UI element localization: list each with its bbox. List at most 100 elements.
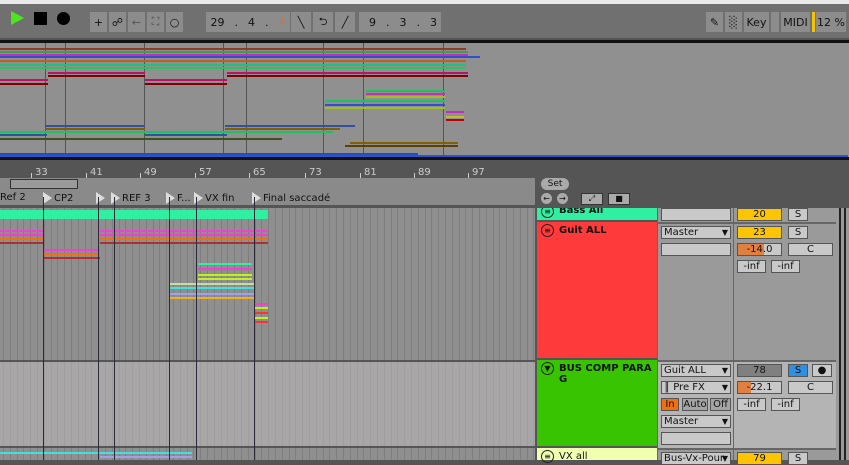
pan-field[interactable]: C	[788, 243, 833, 256]
clip[interactable]	[254, 307, 268, 309]
clip[interactable]	[198, 274, 252, 276]
fold-icon[interactable]: ▼	[541, 362, 554, 375]
clip[interactable]	[169, 287, 254, 289]
send-field[interactable]: -14.0	[737, 243, 782, 256]
clip[interactable]	[0, 234, 43, 236]
midi-map-button[interactable]: MIDI	[781, 12, 810, 32]
clip[interactable]	[254, 317, 268, 319]
loop-region-row[interactable]	[0, 178, 535, 191]
pan-field[interactable]: C	[788, 381, 833, 394]
output-channel-select[interactable]	[661, 243, 731, 256]
locator[interactable]: REF 3	[111, 192, 151, 204]
overview-clip	[0, 51, 468, 53]
send-field[interactable]: -22.1	[737, 381, 782, 394]
clip[interactable]	[198, 263, 252, 265]
locator[interactable]: Ref 2	[0, 192, 26, 203]
clip[interactable]	[43, 253, 100, 255]
track-menu-icon[interactable]: ≡	[541, 208, 554, 218]
track-menu-icon[interactable]: ≡	[541, 450, 554, 463]
locator[interactable]: Final saccadé	[252, 192, 330, 204]
locator-line	[114, 197, 115, 208]
overview-clip	[0, 83, 48, 85]
keyboard-icon[interactable]: ░	[725, 12, 742, 32]
clip[interactable]	[0, 210, 268, 219]
loop-length[interactable]: 9. 3. 3	[359, 12, 441, 32]
key-map-button[interactable]: Key	[744, 12, 769, 32]
volume-field[interactable]: 78	[737, 364, 782, 377]
arrangement-overview[interactable]	[0, 40, 849, 160]
punch-in-icon[interactable]: ╲	[291, 12, 311, 32]
output-empty[interactable]	[661, 208, 731, 221]
back-to-arrangement-icon[interactable]: ←	[128, 12, 145, 32]
locator-marker-icon[interactable]	[166, 192, 175, 204]
clip[interactable]	[169, 297, 254, 299]
output-channel-select[interactable]	[661, 432, 731, 445]
volume-field[interactable]: 79	[737, 452, 782, 465]
clip[interactable]	[198, 278, 252, 280]
clip[interactable]	[254, 321, 268, 323]
clip[interactable]	[100, 242, 268, 244]
output-select[interactable]: Bus-Vx-Pour- ▼	[661, 452, 731, 465]
arm-button[interactable]: ●	[812, 364, 832, 377]
overview-clip	[446, 116, 464, 118]
volume-field[interactable]: 20	[737, 208, 782, 221]
clip[interactable]	[0, 238, 43, 240]
follow-icon[interactable]: ☍	[109, 12, 126, 32]
track-menu-icon[interactable]: ≡	[541, 224, 554, 237]
solo-button[interactable]: S	[788, 226, 808, 239]
output-select[interactable]: Master ▼	[661, 226, 731, 239]
monitor-off-button[interactable]: Off	[710, 398, 731, 411]
clip[interactable]	[169, 283, 254, 285]
lock-icon[interactable]: ■	[608, 193, 630, 205]
clip[interactable]	[0, 242, 43, 244]
draw-mode-icon[interactable]: ✎	[706, 12, 723, 32]
track-header-bus-comp-para-g[interactable]: ▼ BUS COMP PARA G	[537, 360, 657, 448]
monitor-auto-button[interactable]: Auto	[682, 398, 708, 411]
arrangement-tracks[interactable]	[0, 208, 535, 460]
input-select[interactable]: Guit ALL ▼	[661, 364, 731, 377]
input-channel-select[interactable]: ║ Pre FX ▼	[661, 381, 731, 394]
locator[interactable]: CP2	[43, 192, 73, 204]
loop-brace[interactable]	[10, 179, 78, 189]
monitor-in-button[interactable]: In	[661, 398, 679, 411]
bus-comp-lane[interactable]	[0, 360, 535, 448]
song-position[interactable]: 29. 4. 4	[206, 12, 290, 32]
locator-marker-icon[interactable]	[43, 192, 52, 204]
clip[interactable]	[0, 230, 43, 232]
play-button[interactable]	[11, 11, 24, 25]
ruler-bar-number: 97	[472, 167, 485, 178]
clip[interactable]	[0, 452, 192, 454]
stop-button[interactable]	[34, 12, 47, 25]
track-header-vx-all[interactable]: ≡ VX all	[537, 448, 657, 463]
solo-button[interactable]: S	[788, 364, 808, 377]
capture-icon[interactable]: ⛶	[147, 12, 164, 32]
clip[interactable]	[169, 293, 254, 295]
transport-bar: + ☍ ← ⛶ ○ 29. 4. 4 ╲ ⮌ ╱ 9. 3. 3 ✎ ░ Key…	[0, 0, 849, 38]
output-select[interactable]: Master ▼	[661, 415, 731, 428]
clip[interactable]	[254, 303, 268, 305]
locator-line	[114, 208, 115, 460]
previous-locator-icon[interactable]: ←	[541, 193, 552, 204]
track-header-guit-all[interactable]: ≡ Guit ALL	[537, 222, 657, 360]
clip[interactable]	[100, 234, 268, 236]
punch-out-icon[interactable]: ╱	[335, 12, 355, 32]
session-record-icon[interactable]: ○	[166, 12, 183, 32]
locator-marker-icon[interactable]	[111, 192, 120, 204]
track-header-bass-all[interactable]: ≡ Bass All	[537, 208, 657, 222]
clip[interactable]	[198, 268, 252, 270]
set-button[interactable]: Set	[541, 178, 569, 190]
clip[interactable]	[43, 257, 100, 259]
solo-button[interactable]: S	[788, 452, 808, 465]
solo-button[interactable]: S	[788, 208, 808, 221]
loop-icon[interactable]: ⮌	[313, 12, 333, 32]
clip[interactable]	[100, 230, 268, 232]
add-icon[interactable]: +	[90, 12, 107, 32]
next-locator-icon[interactable]: →	[557, 193, 568, 204]
locator[interactable]: VX fin	[194, 192, 235, 204]
volume-field[interactable]: 23	[737, 226, 782, 239]
expand-icon[interactable]: ⤢	[581, 193, 603, 205]
clip[interactable]	[254, 312, 268, 314]
clip[interactable]	[43, 249, 100, 251]
clip[interactable]	[100, 238, 268, 240]
record-button[interactable]	[57, 12, 70, 25]
